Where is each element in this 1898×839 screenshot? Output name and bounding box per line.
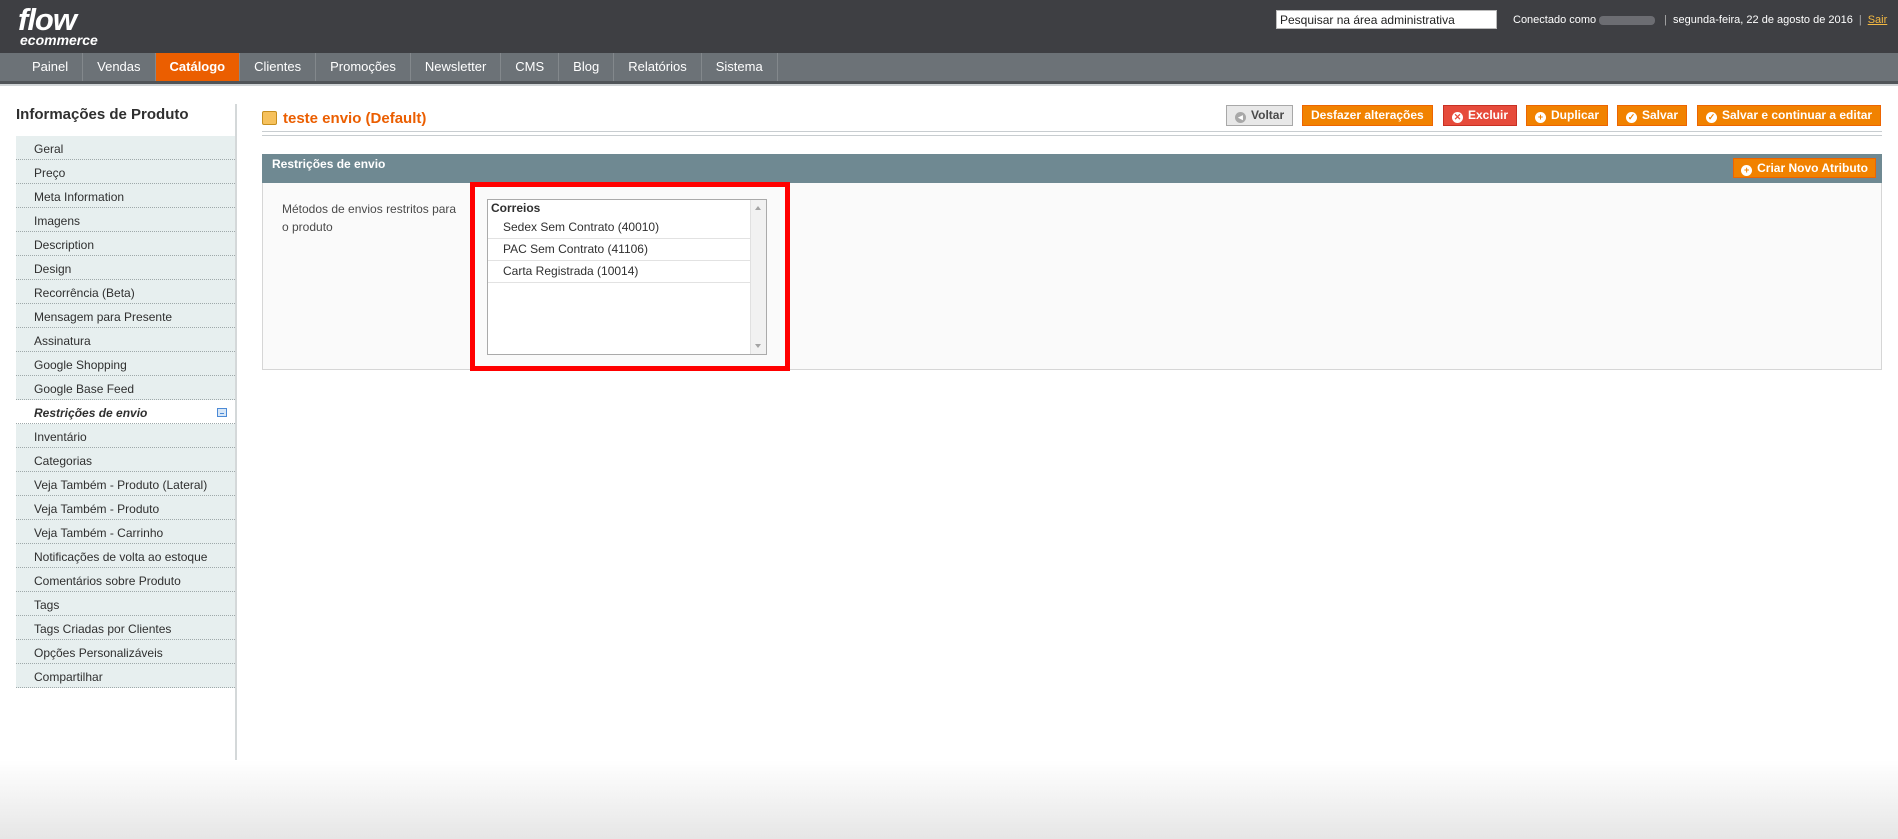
sidebar-tab[interactable]: Notificações de volta ao estoque — [16, 544, 235, 568]
sidebar-tab-label: Mensagem para Presente — [34, 310, 173, 324]
sidebar-tab[interactable]: Description — [16, 232, 235, 256]
sidebar-tab-label: Opções Personalizáveis — [34, 646, 163, 660]
sidebar-tab[interactable]: Google Base Feed — [16, 376, 235, 400]
sidebar-tab[interactable]: Veja Também - Produto (Lateral) — [16, 472, 235, 496]
sidebar-tab-label: Categorias — [34, 454, 93, 468]
sidebar-tab[interactable]: Tags Criadas por Clientes — [16, 616, 235, 640]
sidebar-tab-label: Veja Também - Carrinho — [34, 526, 164, 540]
annotation-highlight-box — [470, 182, 790, 371]
sidebar-tab[interactable]: Assinatura — [16, 328, 235, 352]
nav-item-cat-logo[interactable]: Catálogo — [155, 53, 241, 81]
sidebar-tab-label: Compartilhar — [34, 670, 103, 684]
sidebar-tab-label: Google Shopping — [34, 358, 127, 372]
current-date: segunda-feira, 22 de agosto de 2016 — [1673, 14, 1853, 26]
sidebar-tab[interactable]: Veja Também - Carrinho — [16, 520, 235, 544]
product-tabs: Geral Preço Meta Information Imagens Descrip… — [16, 136, 235, 688]
product-box-icon — [262, 111, 277, 125]
sidebar-tab-label: Meta Information — [34, 190, 125, 204]
nav-item-painel[interactable]: Painel — [18, 53, 84, 81]
sidebar-tab[interactable]: Preço — [16, 160, 235, 184]
sidebar-tab[interactable]: Categorias — [16, 448, 235, 472]
add-icon: + — [1535, 112, 1546, 123]
sidebar-tab-label: Veja Também - Produto — [34, 502, 160, 516]
main-nav: Painel Vendas Catálogo Clientes Promoções New… — [0, 53, 1898, 84]
sidebar-tab-label: Assinatura — [34, 334, 91, 348]
nav-item-sistema[interactable]: Sistema — [702, 53, 778, 81]
fieldset-title: Restrições de envio — [272, 157, 386, 171]
sidebar-tab[interactable]: Imagens — [16, 208, 235, 232]
delete-icon: ✕ — [1452, 112, 1463, 123]
nav-item-newsletter[interactable]: Newsletter — [411, 53, 502, 81]
shipping-methods-label: Métodos de envios restritos para o produ… — [282, 202, 457, 234]
arrow-left-icon: ◂ — [1235, 112, 1246, 123]
save-button[interactable]: ✓ Salvar — [1617, 105, 1688, 126]
sidebar-tab[interactable]: Geral — [16, 136, 235, 160]
back-button[interactable]: ◂ Voltar — [1226, 105, 1294, 126]
sidebar-tab-label: Veja Também - Produto (Lateral) — [34, 478, 208, 492]
sidebar-tab[interactable]: Mensagem para Presente — [16, 304, 235, 328]
sidebar-tab[interactable]: Opções Personalizáveis — [16, 640, 235, 664]
logo-line2: ecommerce — [20, 32, 98, 48]
admin-header: flow ecommerce Conectado como|segunda-fe… — [0, 0, 1898, 53]
sidebar-tab[interactable]: Veja Também - Produto — [16, 496, 235, 520]
sidebar-tab[interactable]: Recorrência (Beta) — [16, 280, 235, 304]
sidebar-tab-label: Restrições de envio — [34, 406, 148, 420]
fieldset-header: Restrições de envio + Criar Novo Atributo — [262, 154, 1882, 183]
check-icon: ✓ — [1706, 112, 1717, 123]
check-icon: ✓ — [1626, 112, 1637, 123]
logout-link[interactable]: Sair — [1868, 14, 1888, 26]
sidebar-tab-label: Geral — [34, 142, 64, 156]
sidebar-tab-label: Tags — [34, 598, 60, 612]
nav-item-promo-es[interactable]: Promoções — [316, 53, 411, 81]
sidebar-title: Informações de Produto — [16, 106, 189, 123]
sidebar-tab-label: Inventário — [34, 430, 87, 444]
save-continue-button[interactable]: ✓ Salvar e continuar a editar — [1697, 105, 1882, 126]
sidebar-tab-label: Notificações de volta ao estoque — [34, 550, 208, 564]
sidebar-tab[interactable]: Compartilhar — [16, 664, 235, 688]
sidebar-tab[interactable]: Meta Information — [16, 184, 235, 208]
nav-item-blog[interactable]: Blog — [559, 53, 615, 81]
delete-button[interactable]: ✕ Excluir — [1443, 105, 1518, 126]
logo-line1: flow — [18, 2, 77, 37]
add-icon: + — [1741, 165, 1753, 176]
user-bar: Conectado como | segunda-feira, 22 de agos… — [1513, 14, 1888, 26]
flow-ecommerce-logo[interactable]: flow ecommerce — [18, 2, 98, 48]
sidebar-tab-label: Recorrência (Beta) — [34, 286, 135, 300]
create-attribute-button[interactable]: + Criar Novo Atributo — [1733, 158, 1876, 178]
sidebar-tab-label: Tags Criadas por Clientes — [34, 622, 172, 636]
sidebar-divider — [235, 104, 237, 760]
page-title: teste envio (Default) — [283, 110, 427, 127]
tab-changed-icon — [217, 408, 227, 417]
admin-search-input[interactable] — [1276, 10, 1497, 29]
sidebar-tab-label: Comentários sobre Produto — [34, 574, 181, 588]
sidebar-tab-label: Preço — [34, 166, 66, 180]
connected-as-label: Conectado como — [1513, 14, 1597, 26]
nav-item-relat-rios[interactable]: Relatórios — [614, 53, 702, 81]
sidebar-tab-label: Description — [34, 238, 95, 252]
sidebar-tab[interactable]: Inventário — [16, 424, 235, 448]
username-redacted — [1599, 15, 1656, 25]
sidebar-tab[interactable]: Restrições de envio — [16, 400, 235, 424]
duplicate-button[interactable]: + Duplicar — [1526, 105, 1609, 126]
nav-item-cms[interactable]: CMS — [501, 53, 560, 81]
sidebar-tab-label: Design — [34, 262, 72, 276]
sidebar-tab-label: Google Base Feed — [34, 382, 135, 396]
sidebar-tab[interactable]: Comentários sobre Produto — [16, 568, 235, 592]
sidebar-tab-label: Imagens — [34, 214, 81, 228]
footer-band — [0, 760, 1898, 839]
nav-item-clientes[interactable]: Clientes — [240, 53, 317, 81]
sidebar-tab[interactable]: Design — [16, 256, 235, 280]
title-divider — [262, 131, 1882, 136]
nav-item-vendas[interactable]: Vendas — [83, 53, 156, 81]
sidebar-tab[interactable]: Tags — [16, 592, 235, 616]
sidebar-tab[interactable]: Google Shopping — [16, 352, 235, 376]
reset-button[interactable]: Desfazer alterações — [1302, 105, 1433, 126]
